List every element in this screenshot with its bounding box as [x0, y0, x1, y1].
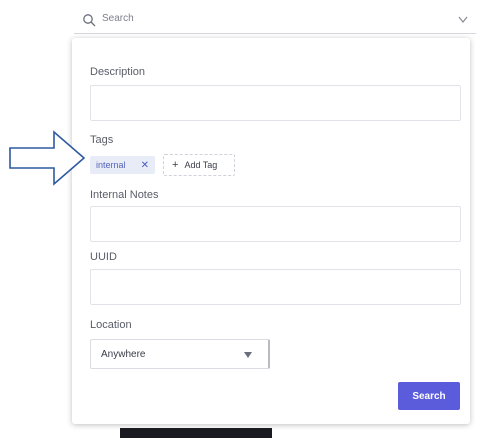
location-select-value: Anywhere [101, 348, 146, 360]
location-label: Location [90, 319, 132, 331]
arrow-right-icon [9, 130, 86, 186]
chevron-down-icon [244, 352, 252, 358]
bottom-bar [120, 428, 272, 438]
tag-chip-label: internal [96, 160, 126, 170]
description-field[interactable] [90, 85, 461, 121]
close-icon[interactable]: ✕ [141, 160, 149, 171]
search-bar[interactable]: Search [74, 6, 476, 34]
advanced-search-panel: Description Tags internal ✕ + Add Tag In… [72, 38, 470, 424]
uuid-field[interactable] [90, 269, 461, 305]
internal-notes-label: Internal Notes [90, 189, 159, 201]
uuid-label: UUID [90, 251, 117, 263]
search-icon [83, 14, 96, 27]
plus-icon: + [172, 159, 179, 171]
add-tag-button[interactable]: + Add Tag [163, 154, 235, 176]
chevron-down-icon[interactable] [458, 16, 468, 24]
tag-chip[interactable]: internal ✕ [90, 156, 155, 174]
search-bar-label: Search [102, 13, 134, 24]
tags-label: Tags [90, 134, 114, 146]
internal-notes-field[interactable] [90, 206, 461, 242]
description-label: Description [90, 66, 146, 78]
search-button[interactable]: Search [398, 382, 460, 410]
location-select[interactable]: Anywhere [90, 339, 270, 369]
add-tag-label: Add Tag [184, 160, 218, 170]
